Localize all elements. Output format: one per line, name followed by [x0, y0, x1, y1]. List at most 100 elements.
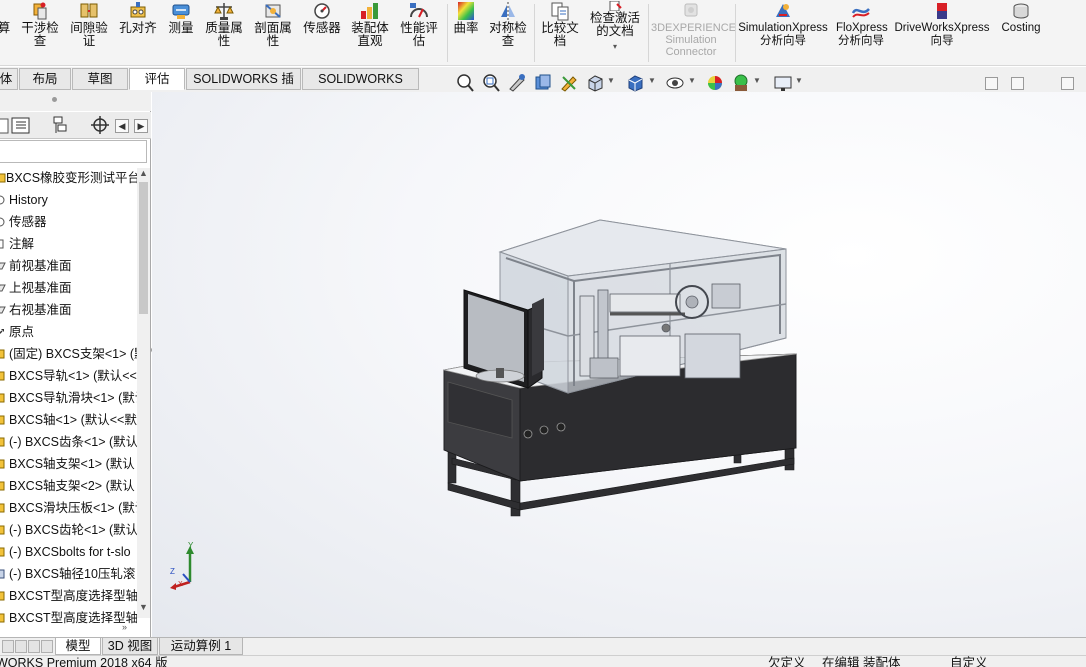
- part-icon: [0, 591, 5, 601]
- panel-scroll-right[interactable]: ▶: [134, 119, 148, 133]
- expand-arrow-icon[interactable]: »: [122, 622, 127, 632]
- calculate-button[interactable]: 算: [0, 0, 12, 66]
- scroll-down-icon[interactable]: ▼: [139, 602, 148, 612]
- next-tab-arrow[interactable]: [28, 640, 40, 653]
- scroll-up-icon[interactable]: ▲: [139, 168, 148, 178]
- driveworksxpress-icon: [931, 1, 953, 21]
- calculate-icon: [0, 1, 15, 21]
- section-view-icon[interactable]: [533, 72, 553, 94]
- tree-item-front-plane[interactable]: 前视基准面: [0, 256, 137, 276]
- chevron-down-icon[interactable]: ▾: [613, 40, 617, 53]
- curvature-button[interactable]: 曲率: [450, 0, 482, 66]
- chevron-down-icon[interactable]: ▼: [795, 76, 803, 85]
- tree-item-right-plane[interactable]: 右视基准面: [0, 300, 137, 320]
- tab-solidworks-mbd[interactable]: SOLIDWORKS MBD: [302, 68, 419, 106]
- tab-layout[interactable]: 布局: [19, 68, 71, 90]
- tab-solidworks-addins[interactable]: SOLIDWORKS 插件: [186, 68, 301, 106]
- tab-model[interactable]: 模型: [55, 638, 101, 655]
- tree-item-component[interactable]: BXCS导轨滑块<1> (默认: [0, 388, 137, 408]
- annotations-icon: [0, 239, 4, 249]
- tree-item-component[interactable]: (-) BXCS齿条<1> (默认: [0, 432, 137, 452]
- assembly-model-3d[interactable]: [440, 218, 800, 518]
- tree-scrollbar[interactable]: ▲ ▼: [137, 168, 150, 618]
- tree-item-origin[interactable]: 原点: [0, 322, 137, 342]
- ribbon-separator: [447, 4, 448, 62]
- tree-item-component[interactable]: (-) BXCS轴径10压轧滚: [0, 564, 137, 584]
- window-restore-right-icon[interactable]: [1011, 77, 1024, 90]
- edit-appearance-icon[interactable]: [705, 72, 725, 94]
- tab-motion-study[interactable]: 运动算例 1: [159, 638, 243, 655]
- dynamic-annotation-views-icon[interactable]: [559, 72, 579, 94]
- zoom-to-area-icon[interactable]: [481, 72, 501, 94]
- feature-tree-filter[interactable]: [0, 140, 147, 163]
- tree-item-component[interactable]: BXCS轴<1> (默认<<默: [0, 410, 137, 430]
- clearance-verify-button[interactable]: 间隙验证: [67, 0, 111, 66]
- tree-item-annotations[interactable]: 注解: [0, 234, 137, 254]
- view-orientation-icon[interactable]: [585, 72, 605, 94]
- simulationxpress-button[interactable]: SimulationXpress 分析向导: [737, 0, 829, 66]
- mass-properties-button[interactable]: 质量属性: [202, 0, 246, 66]
- previous-tab-arrow[interactable]: [15, 640, 27, 653]
- hole-alignment-button[interactable]: 孔对齐: [116, 0, 160, 66]
- chevron-down-icon[interactable]: ▼: [607, 76, 615, 85]
- tree-root-assembly[interactable]: BXCS橡胶变形测试平台: [0, 168, 137, 188]
- tree-item-sensors[interactable]: 传感器: [0, 212, 137, 232]
- hide-show-items-icon[interactable]: [665, 72, 685, 94]
- floxpress-button[interactable]: FloXpress 分析向导: [833, 0, 889, 66]
- view-settings-icon[interactable]: [773, 72, 793, 94]
- hole-alignment-icon: [127, 1, 149, 21]
- collapse-handle[interactable]: [52, 97, 57, 102]
- first-tab-arrow[interactable]: [2, 640, 14, 653]
- tree-item-component[interactable]: (-) BXCSbolts for t-slo: [0, 542, 137, 562]
- tree-item-component[interactable]: BXCST型高度选择型轴: [0, 608, 137, 628]
- assembly-visualization-button[interactable]: 装配体直观: [348, 0, 392, 66]
- driveworksxpress-button[interactable]: DriveWorksXpress 向导: [893, 0, 991, 66]
- tree-item-top-plane[interactable]: 上视基准面: [0, 278, 137, 298]
- part-icon: [0, 503, 5, 513]
- window-restore-left-icon[interactable]: [985, 77, 998, 90]
- triad-z-label: Z: [170, 567, 175, 576]
- sensor-icon: [0, 217, 5, 227]
- status-units[interactable]: 自定义: [950, 657, 988, 667]
- tree-item-component[interactable]: BXCS滑块压板<1> (默认: [0, 498, 137, 518]
- sensor-button[interactable]: 传感器: [300, 0, 344, 66]
- check-active-document-button[interactable]: 检查激活的文档 ▾: [585, 0, 645, 66]
- tab-evaluate[interactable]: 评估: [129, 68, 185, 90]
- zoom-to-fit-icon[interactable]: [455, 72, 475, 94]
- display-style-icon[interactable]: [625, 72, 645, 94]
- chevron-down-icon[interactable]: ▼: [753, 76, 761, 85]
- window-maximize-icon[interactable]: [1061, 77, 1074, 90]
- interference-check-button[interactable]: 干涉检查: [18, 0, 62, 66]
- costing-button[interactable]: Costing: [996, 0, 1046, 66]
- part-icon: [0, 547, 5, 557]
- 3dexperience-connector-button: 3DEXPERIENCE Simulation Connector: [650, 0, 736, 66]
- dimxpertmanager-tab-icon[interactable]: [89, 115, 111, 136]
- tab-features[interactable]: 体: [0, 68, 18, 90]
- propertymanager-tab-icon[interactable]: [10, 115, 32, 136]
- compare-documents-button[interactable]: 比较文档: [538, 0, 582, 66]
- chevron-down-icon[interactable]: ▼: [648, 76, 656, 85]
- feature-tree: BXCS橡胶变形测试平台 History 传感器 注解 前视基准面 上视基准面 …: [0, 168, 137, 638]
- tab-sketch[interactable]: 草图: [72, 68, 128, 90]
- tree-item-component[interactable]: BXCS轴支架<2> (默认: [0, 476, 137, 496]
- previous-view-icon[interactable]: [507, 72, 527, 94]
- tree-item-component[interactable]: (-) BXCS齿轮<1> (默认: [0, 520, 137, 540]
- featuremanager-panel: ◀ ▶ BXCS橡胶变形测试平台 History 传感器 注解 前视基准面 上视…: [0, 92, 151, 637]
- tree-item-component[interactable]: (固定) BXCS支架<1> (默: [0, 344, 137, 364]
- symmetry-check-button[interactable]: 对称检查: [485, 0, 531, 66]
- section-properties-button[interactable]: 剖面属性: [251, 0, 295, 66]
- panel-scroll-left[interactable]: ◀: [115, 119, 129, 133]
- tree-item-component[interactable]: BXCS轴支架<1> (默认: [0, 454, 137, 474]
- configurationmanager-tab-icon[interactable]: [50, 115, 72, 136]
- panel-header: [0, 92, 151, 111]
- measure-button[interactable]: 测量: [162, 0, 200, 66]
- tree-item-component[interactable]: BXCST型高度选择型轴: [0, 586, 137, 606]
- apply-scene-icon[interactable]: [731, 72, 751, 94]
- performance-evaluation-button[interactable]: 性能评估: [397, 0, 441, 66]
- tree-item-history[interactable]: History: [0, 190, 137, 210]
- last-tab-arrow[interactable]: [41, 640, 53, 653]
- chevron-down-icon[interactable]: ▼: [688, 76, 696, 85]
- scrollbar-thumb[interactable]: [139, 182, 148, 314]
- tab-3d-view[interactable]: 3D 视图: [102, 638, 158, 655]
- tree-item-component[interactable]: BXCS导轨<1> (默认<<: [0, 366, 137, 386]
